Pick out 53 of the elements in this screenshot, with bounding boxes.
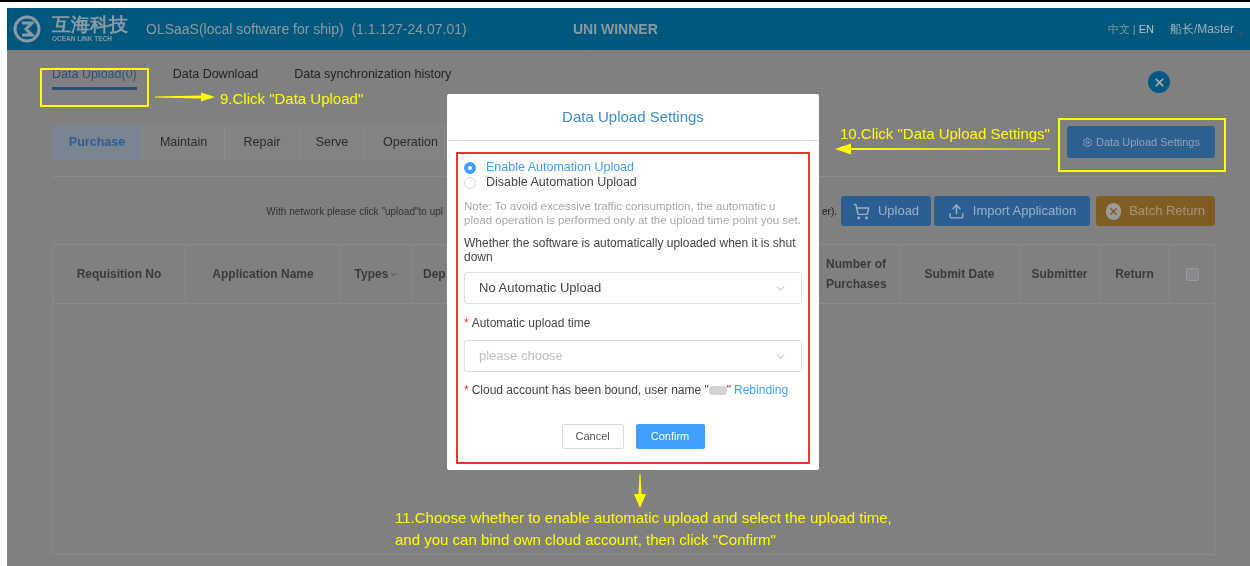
dialog-title: Data Upload Settings	[562, 106, 704, 127]
language-option[interactable]: 中文	[1107, 20, 1130, 38]
shutdown-question: Whether the software is automatically uploaded when it is shut down	[464, 236, 797, 264]
action-button[interactable]: Import Application	[934, 196, 1090, 226]
required-mark: *	[464, 382, 469, 399]
column-header: Requisition No	[53, 245, 186, 303]
ship-name: UNI WINNER	[573, 19, 658, 39]
column-header: Types	[341, 245, 413, 303]
module-tab[interactable]: Serve	[300, 124, 365, 160]
column-header: Application Name	[186, 245, 341, 303]
pointer-arrow	[634, 474, 646, 508]
radio-button[interactable]	[464, 176, 476, 189]
page-tab[interactable]: Data Download	[172, 66, 259, 82]
step-annotation: 10.Click "Data Upload Settings"	[840, 124, 1050, 144]
upload-note: Note: To avoid excessive traffic consumption, the automatic u pload operation is performed only at the upload time point you set.	[464, 199, 802, 227]
column-header: Submitter	[1019, 245, 1099, 303]
rebinding-link[interactable]: Rebinding	[734, 381, 789, 399]
shutdown-select[interactable]: No Automatic Upload	[464, 272, 802, 304]
language-option[interactable]: EN	[1138, 20, 1154, 38]
cart-icon	[852, 202, 870, 220]
upload-icon	[947, 202, 965, 220]
close-icon[interactable]	[1148, 71, 1170, 93]
upload-time-select[interactable]: please choose	[464, 340, 802, 372]
module-tab[interactable]: Repair	[225, 124, 300, 160]
select-all-checkbox[interactable]	[1185, 267, 1199, 281]
caret-icon	[1238, 32, 1244, 36]
action-button[interactable]: Batch Return	[1096, 196, 1215, 226]
column-header: Return	[1099, 245, 1169, 303]
pointer-arrow	[155, 92, 215, 102]
page-tab[interactable]: Data synchronization history	[294, 66, 452, 82]
dialog-button[interactable]: Cancel	[561, 424, 624, 449]
language-separator: |	[1132, 21, 1136, 37]
gear-icon	[1082, 136, 1093, 148]
action-button[interactable]: Upload	[841, 196, 931, 226]
redacted-name	[708, 385, 727, 395]
required-mark: *	[464, 315, 469, 332]
upload-hint: With network please click "upload"to upl	[265, 204, 443, 219]
step-annotation: 11.Choose whether to enable automatic upload and select the upload time, and you can bind own cloud account, then click "Confirm"	[395, 508, 892, 550]
step-annotation: 9.Click "Data Upload"	[220, 90, 364, 107]
logo-name: 互海科技	[52, 15, 129, 35]
module-tab[interactable]: Maintain	[143, 124, 225, 160]
module-tab[interactable]: Operation	[365, 124, 445, 160]
user-menu[interactable]: 船长/Master	[1170, 20, 1234, 38]
dialog-button[interactable]: Confirm	[635, 424, 705, 449]
upload-hint-end: er).	[822, 204, 837, 219]
field-label: Automatic upload time	[471, 315, 591, 332]
account-text: Cloud account has been bound, user name "	[471, 382, 709, 399]
column-header: Submit Date	[899, 245, 1019, 303]
radio-button[interactable]	[464, 161, 476, 174]
account-text-end: "	[726, 382, 732, 399]
app-title: OLSaaS(local software for ship) (1.1.127-24.07.01)	[146, 19, 468, 39]
logo-icon	[13, 15, 41, 43]
data-upload-settings-button[interactable]: Data Upload Settings	[1067, 126, 1215, 158]
